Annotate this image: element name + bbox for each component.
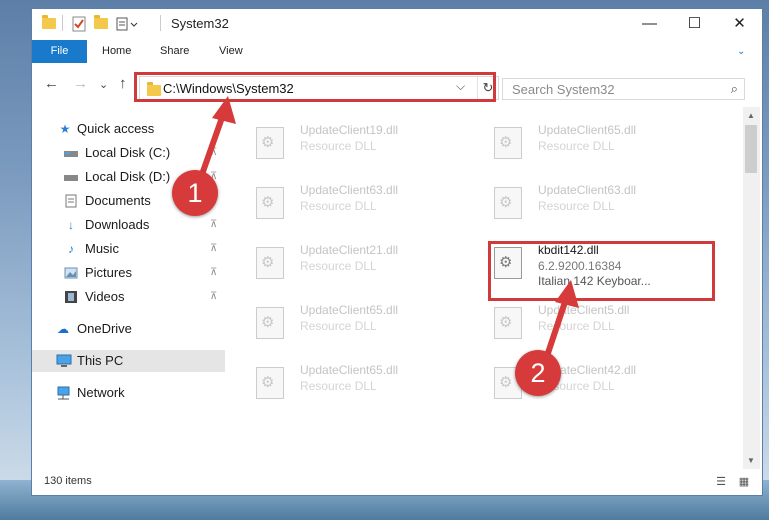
step-2-badge: 2	[515, 350, 561, 396]
annotation-arrows	[197, 96, 579, 365]
step-1-badge: 1	[172, 170, 218, 216]
